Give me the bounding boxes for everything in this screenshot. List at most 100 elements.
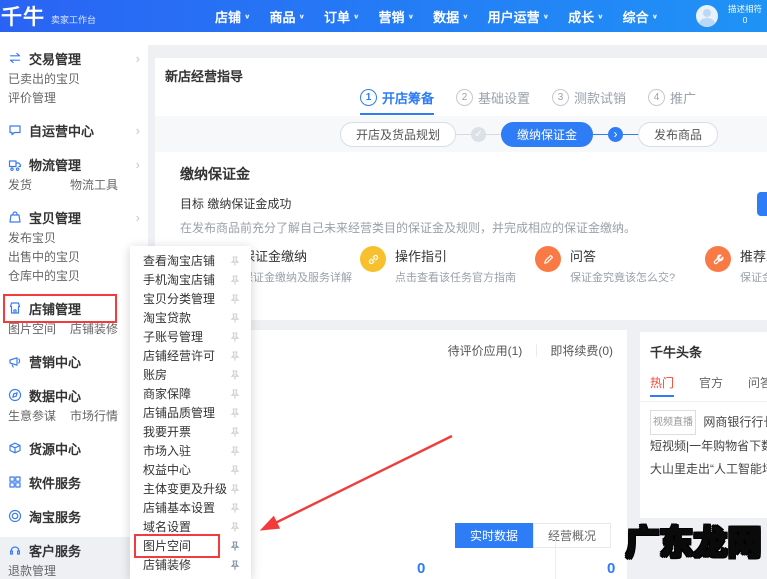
tab-qa[interactable]: 问答	[748, 374, 767, 391]
sidebar-link[interactable]: 物流工具	[70, 176, 126, 195]
flyout-menu-item[interactable]: 商家保障	[130, 384, 251, 403]
pin-icon[interactable]	[230, 274, 240, 285]
news-item[interactable]: 大山里走出“人工智能培育	[650, 458, 767, 481]
pin-icon[interactable]	[230, 350, 240, 361]
sidebar-group: 货源中心 ›	[0, 436, 148, 460]
sidebar-link[interactable]: 已卖出的宝贝	[8, 70, 80, 89]
sidebar-link[interactable]: 发布宝贝	[8, 229, 64, 248]
news-tag: 视频直播	[650, 410, 696, 435]
tab-hot[interactable]: 热门	[650, 374, 675, 397]
flyout-menu-item[interactable]: 店铺经营许可	[130, 346, 251, 365]
app-logo-subtitle: 卖家工作台	[51, 14, 97, 25]
sidebar-group-links: 发布宝贝 出售中的宝贝 仓库中的宝贝	[8, 229, 140, 286]
avatar[interactable]	[696, 5, 718, 27]
user-metric[interactable]: 描述相符 0	[724, 4, 766, 26]
sidebar-group-title[interactable]: 货源中心 ›	[8, 436, 140, 460]
renew-soon-link[interactable]: 即将续费(0)	[550, 342, 613, 359]
transaction-icon	[9, 52, 21, 64]
sidebar-link[interactable]: 发货	[8, 176, 64, 195]
pin-icon[interactable]	[230, 407, 240, 418]
pin-icon[interactable]	[230, 445, 240, 456]
flyout-menu-item[interactable]: 子账号管理	[130, 327, 251, 346]
task-description: 在发布商品前充分了解自己未来经营类目的保证金及规则，并完成相应的保证金缴纳。	[180, 221, 637, 235]
pin-icon[interactable]	[230, 312, 240, 323]
main-top-strip	[148, 32, 767, 45]
sidebar-group-title[interactable]: 数据中心 ›	[8, 383, 140, 407]
sidebar-group-label: 交易管理	[29, 51, 82, 67]
pin-icon[interactable]	[230, 388, 240, 399]
sidebar-link[interactable]: 出售中的宝贝	[8, 248, 80, 267]
flyout-item-label: 我要开票	[143, 425, 192, 439]
flyout-menu-item[interactable]: 市场入驻	[130, 441, 251, 460]
guide-step[interactable]: 1 开店筹备	[360, 88, 435, 115]
tab-official[interactable]: 官方	[699, 374, 723, 391]
flyout-menu-item[interactable]: 店铺品质管理	[130, 403, 251, 422]
topbar-menu-item[interactable]: 订单 ∨	[324, 7, 360, 26]
flyout-menu-item[interactable]: 权益中心	[130, 460, 251, 479]
flyout-menu-item[interactable]: 店铺基本设置	[130, 498, 251, 517]
topbar-menu-label: 成长	[568, 9, 595, 25]
pin-icon[interactable]	[230, 483, 240, 494]
progress-pill-done[interactable]: 开店及货品规划	[340, 121, 457, 147]
topbar-menu-item[interactable]: 用户运营 ∨	[488, 7, 550, 26]
help-link[interactable]: 操作指引 点击查看该任务官方指南	[360, 246, 516, 285]
topbar-menu-item[interactable]: 营销 ∨	[379, 7, 415, 26]
sidebar-group-title[interactable]: 自运营中心 ›	[8, 118, 140, 142]
sidebar-link[interactable]: 退款管理	[8, 562, 64, 579]
flyout-item-label: 店铺经营许可	[143, 349, 216, 363]
news-item[interactable]: 视频直播 网商银行行长直	[650, 410, 767, 435]
sidebar-link[interactable]: 生意参谋	[8, 407, 64, 426]
sidebar-link[interactable]: 评价管理	[8, 89, 64, 108]
sidebar-group-title[interactable]: 客户服务 ›	[8, 538, 140, 562]
pin-icon[interactable]	[230, 331, 240, 342]
sidebar-group-title[interactable]: 营销中心 ›	[8, 349, 140, 373]
tab-realtime-data[interactable]: 实时数据	[455, 523, 534, 548]
pin-icon[interactable]	[230, 293, 240, 304]
help-title: 推荐工	[740, 249, 767, 264]
flyout-menu-item[interactable]: 淘宝贷款	[130, 308, 251, 327]
topbar-menu-item[interactable]: 商品 ∨	[270, 7, 306, 26]
pin-icon[interactable]	[230, 502, 240, 513]
news-item[interactable]: 短视频|一年购物省下数十	[650, 435, 767, 458]
sidebar-link[interactable]: 仓库中的宝贝	[8, 267, 80, 286]
task-action-button[interactable]	[757, 192, 767, 216]
flyout-menu-item[interactable]: 图片空间	[130, 534, 251, 558]
help-link[interactable]: 问答 保证金究竟该怎么交?	[535, 246, 675, 285]
topbar-menu-item[interactable]: 数据 ∨	[433, 7, 469, 26]
pending-review-apps-link[interactable]: 待评价应用(1)	[448, 342, 523, 359]
flyout-menu-item[interactable]: 我要开票	[130, 422, 251, 441]
headlines-tabs: 热门 官方 问答	[650, 374, 767, 397]
flyout-menu-item[interactable]: 账房	[130, 365, 251, 384]
guide-step[interactable]: 2 基础设置	[456, 88, 530, 107]
guide-step[interactable]: 3 测款试销	[552, 88, 626, 107]
topbar-menu-item[interactable]: 成长 ∨	[568, 7, 604, 26]
flyout-menu-item[interactable]: 查看淘宝店铺	[130, 251, 251, 270]
sidebar-link[interactable]: 市场行情	[70, 407, 126, 426]
arrow-right-icon: ›	[608, 126, 624, 142]
sidebar-group: 数据中心 › 生意参谋市场行情	[0, 383, 148, 426]
pin-icon[interactable]	[230, 255, 240, 266]
tab-business-overview[interactable]: 经营概况	[533, 523, 612, 548]
sidebar-group-title[interactable]: 淘宝服务 ›	[8, 504, 140, 528]
topbar-menu-item[interactable]: 综合 ∨	[623, 7, 659, 26]
pin-icon[interactable]	[230, 369, 240, 380]
flyout-menu-item[interactable]: 宝贝分类管理	[130, 289, 251, 308]
progress-pill-active[interactable]: 缴纳保证金	[501, 121, 594, 147]
sidebar-group-title[interactable]: 店铺管理 ›	[3, 294, 140, 323]
pin-icon[interactable]	[230, 426, 240, 437]
sidebar-group-title[interactable]: 物流管理 ›	[8, 152, 140, 176]
sidebar-group-title[interactable]: 软件服务 ›	[8, 470, 140, 494]
flyout-menu-item[interactable]: 手机淘宝店铺	[130, 270, 251, 289]
progress-pill-todo[interactable]: 发布商品	[638, 121, 719, 147]
help-link[interactable]: 推荐工 保证金	[705, 246, 767, 285]
pin-icon[interactable]	[230, 521, 240, 532]
pin-icon[interactable]	[230, 464, 240, 475]
pin-icon[interactable]	[230, 540, 240, 551]
sidebar-group-title[interactable]: 宝贝管理 ›	[8, 205, 140, 229]
pin-icon[interactable]	[230, 559, 240, 570]
topbar-menu-label: 订单	[324, 9, 351, 25]
guide-step[interactable]: 4 推广	[648, 88, 696, 107]
topbar-menu-item[interactable]: 店铺 ∨	[215, 7, 251, 26]
flyout-menu-item[interactable]: 主体变更及升级	[130, 479, 251, 498]
sidebar-group-title[interactable]: 交易管理 ›	[8, 46, 140, 70]
